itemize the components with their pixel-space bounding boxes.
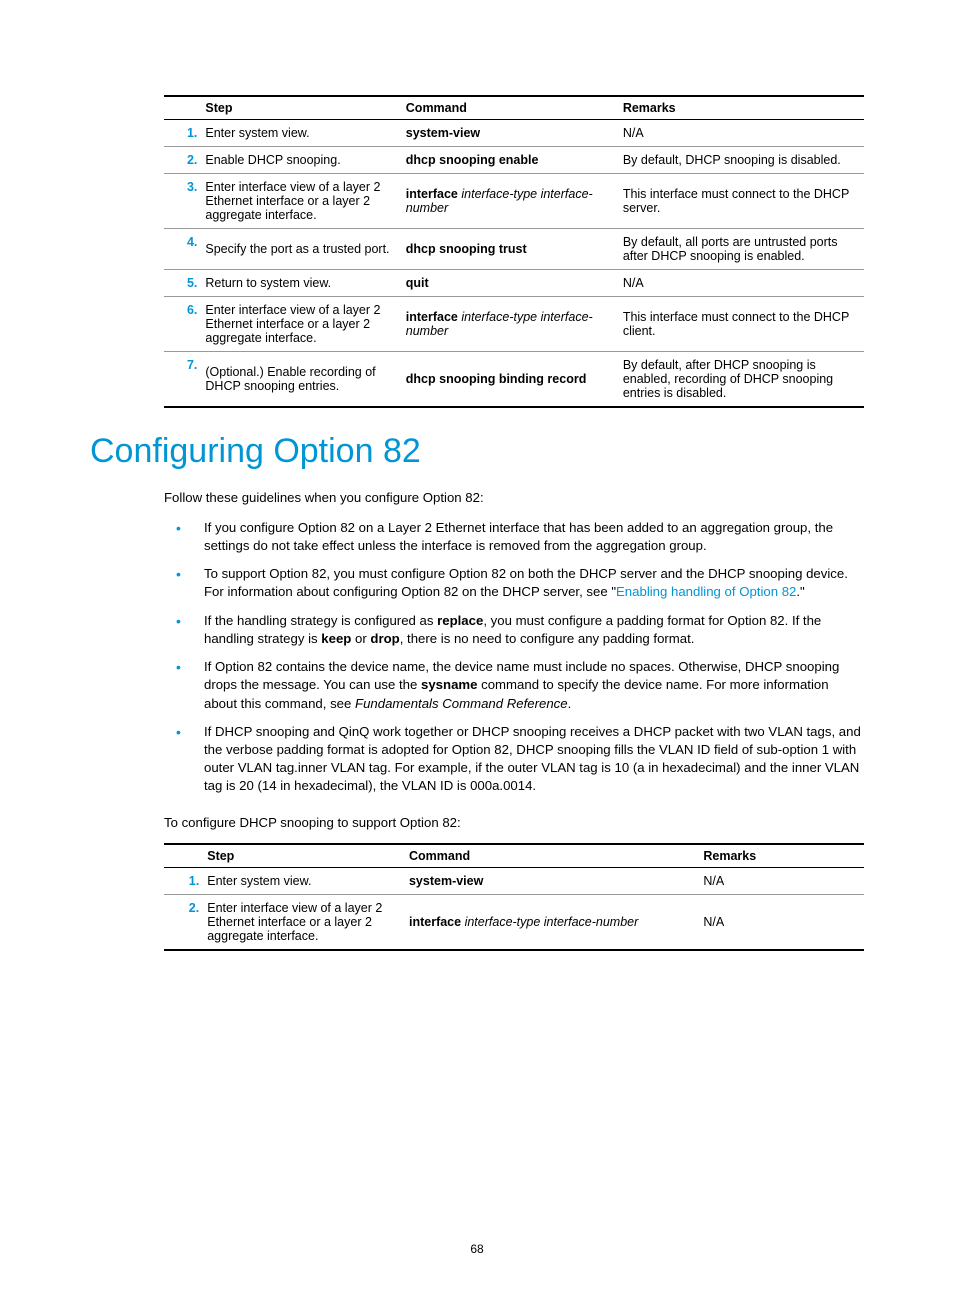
step-remarks: By default, after DHCP snooping is enabl… <box>623 352 864 408</box>
step-desc: Enable DHCP snooping. <box>205 147 405 174</box>
step-desc: Specify the port as a trusted port. <box>205 229 405 270</box>
step-command: interface interface-type interface-numbe… <box>409 895 703 951</box>
col-command-header: Command <box>406 96 623 120</box>
step-command: dhcp snooping binding record <box>406 352 623 408</box>
cross-reference-link[interactable]: Enabling handling of Option 82 <box>616 584 796 599</box>
step-number: 2. <box>164 147 205 174</box>
table-header-row: Step Command Remarks <box>164 844 864 868</box>
step-command: system-view <box>406 120 623 147</box>
col-step-header: Step <box>207 844 409 868</box>
step-remarks: This interface must connect to the DHCP … <box>623 174 864 229</box>
list-item: If Option 82 contains the device name, t… <box>164 658 864 713</box>
col-remarks-header: Remarks <box>703 844 864 868</box>
procedure-table-2: Step Command Remarks 1. Enter system vie… <box>164 843 864 951</box>
step-command: quit <box>406 270 623 297</box>
table-row: 1. Enter system view. system-view N/A <box>164 868 864 895</box>
table-header-row: Step Command Remarks <box>164 96 864 120</box>
procedure-table-1: Step Command Remarks 1. Enter system vie… <box>164 95 864 408</box>
list-item: If DHCP snooping and QinQ work together … <box>164 723 864 796</box>
step-command: system-view <box>409 868 703 895</box>
list-item: If the handling strategy is configured a… <box>164 612 864 648</box>
list-item: To support Option 82, you must configure… <box>164 565 864 601</box>
step-desc: (Optional.) Enable recording of DHCP sno… <box>205 352 405 408</box>
step-desc: Enter interface view of a layer 2 Ethern… <box>205 297 405 352</box>
table-row: 1. Enter system view. system-view N/A <box>164 120 864 147</box>
step-desc: Enter system view. <box>207 868 409 895</box>
step-number: 2. <box>164 895 207 951</box>
step-number: 5. <box>164 270 205 297</box>
table-row: 2. Enable DHCP snooping. dhcp snooping e… <box>164 147 864 174</box>
step-desc: Enter system view. <box>205 120 405 147</box>
step-number: 7. <box>164 352 205 408</box>
table-row: 7. (Optional.) Enable recording of DHCP … <box>164 352 864 408</box>
list-item: If you configure Option 82 on a Layer 2 … <box>164 519 864 555</box>
step-command: dhcp snooping enable <box>406 147 623 174</box>
table-row: 4. Specify the port as a trusted port. d… <box>164 229 864 270</box>
step-number: 6. <box>164 297 205 352</box>
step-number: 4. <box>164 229 205 270</box>
step-remarks: By default, all ports are untrusted port… <box>623 229 864 270</box>
col-remarks-header: Remarks <box>623 96 864 120</box>
guidelines-list: If you configure Option 82 on a Layer 2 … <box>164 519 864 796</box>
step-command: interface interface-type interface-numbe… <box>406 297 623 352</box>
page-number: 68 <box>0 1242 954 1256</box>
step-remarks: N/A <box>703 868 864 895</box>
table-row: 6. Enter interface view of a layer 2 Eth… <box>164 297 864 352</box>
step-remarks: N/A <box>703 895 864 951</box>
step-command: interface interface-type interface-numbe… <box>406 174 623 229</box>
step-desc: Return to system view. <box>205 270 405 297</box>
step-remarks: N/A <box>623 120 864 147</box>
step-number: 1. <box>164 120 205 147</box>
table-row: 2. Enter interface view of a layer 2 Eth… <box>164 895 864 951</box>
step-desc: Enter interface view of a layer 2 Ethern… <box>207 895 409 951</box>
intro-paragraph-2: To configure DHCP snooping to support Op… <box>164 814 864 832</box>
document-page: Step Command Remarks 1. Enter system vie… <box>0 0 954 1296</box>
step-desc: Enter interface view of a layer 2 Ethern… <box>205 174 405 229</box>
section-heading: Configuring Option 82 <box>90 432 864 471</box>
col-command-header: Command <box>409 844 703 868</box>
step-number: 3. <box>164 174 205 229</box>
step-remarks: This interface must connect to the DHCP … <box>623 297 864 352</box>
col-step-header: Step <box>205 96 405 120</box>
step-number: 1. <box>164 868 207 895</box>
step-remarks: By default, DHCP snooping is disabled. <box>623 147 864 174</box>
step-command: dhcp snooping trust <box>406 229 623 270</box>
table-row: 5. Return to system view. quit N/A <box>164 270 864 297</box>
table-row: 3. Enter interface view of a layer 2 Eth… <box>164 174 864 229</box>
step-remarks: N/A <box>623 270 864 297</box>
intro-paragraph: Follow these guidelines when you configu… <box>164 489 864 507</box>
